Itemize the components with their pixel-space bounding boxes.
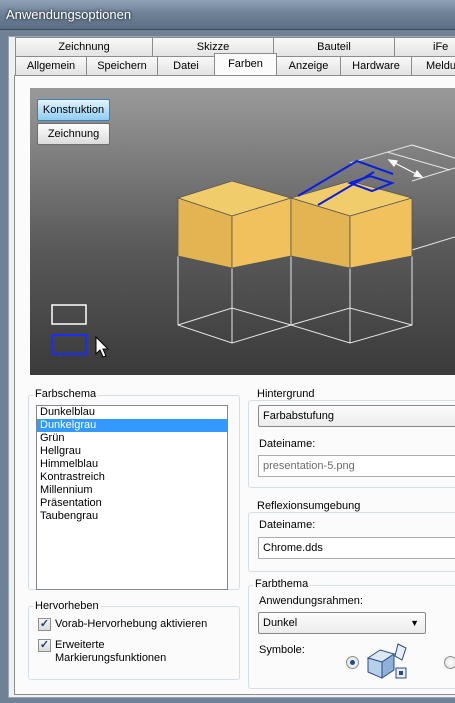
mouse-cursor-icon [95, 335, 110, 358]
list-item-selected[interactable]: Dunkelgrau [37, 419, 227, 432]
erweiterte-markierung-label-2: Markierungsfunktionen [55, 652, 167, 664]
farbschema-list[interactable]: Dunkelblau Dunkelgrau Grün Hellgrau Himm… [36, 405, 228, 590]
hintergrund-label: Hintergrund [255, 388, 317, 400]
symbole-radio-1[interactable] [346, 656, 359, 669]
window-title: Anwendungsoptionen [6, 7, 132, 22]
farbschema-label: Farbschema [33, 388, 99, 400]
erweiterte-markierung-label-1: Erweiterte [55, 639, 105, 651]
vorab-hervorhebung-label: Vorab-Hervorhebung aktivieren [55, 618, 208, 630]
hintergrund-dateiname-label: Dateiname: [259, 438, 316, 450]
erweiterte-markierung-checkbox[interactable]: ✓ [38, 639, 51, 652]
tab-meldungen[interactable]: Meldu [411, 56, 455, 75]
legend-rect-blue [51, 334, 87, 355]
symbole-radio-2[interactable] [444, 656, 455, 669]
anwendungsrahmen-label: Anwendungsrahmen: [259, 595, 363, 607]
title-bar[interactable]: Anwendungsoptionen [0, 0, 455, 30]
hintergrund-dateiname-field[interactable]: presentation-5.png [258, 455, 455, 477]
list-item[interactable]: Millennium [37, 484, 227, 497]
reflexion-dateiname-field[interactable]: Chrome.dds [258, 537, 455, 559]
tab-farben[interactable]: Farben [214, 53, 277, 75]
legend-rect-white [51, 304, 87, 325]
anwendungsrahmen-value: Dunkel [263, 617, 298, 629]
tab-zeichnung[interactable]: Zeichnung [15, 37, 153, 56]
preview-scene [51, 144, 455, 358]
farbthema-label: Farbthema [253, 578, 311, 590]
reflexion-dateiname-label: Dateiname: [259, 519, 316, 531]
tab-anzeige[interactable]: Anzeige [276, 56, 341, 75]
hervorheben-label: Hervorheben [33, 600, 101, 612]
list-item[interactable]: Himmelblau [37, 458, 227, 471]
list-item[interactable]: Präsentation [37, 497, 227, 510]
tab-ifeature[interactable]: iFe [394, 37, 455, 56]
vorab-hervorhebung-checkbox[interactable]: ✓ [38, 618, 51, 631]
anwendungsrahmen-select[interactable]: Dunkel ▼ [258, 612, 426, 634]
dimension-arrow [387, 159, 424, 178]
tab-hardware[interactable]: Hardware [340, 56, 412, 75]
reflexion-label: Reflexionsumgebung [255, 500, 363, 512]
list-item[interactable]: Kontrastreich [37, 471, 227, 484]
symbole-3d-icon [366, 643, 407, 679]
list-item[interactable]: Grün [37, 432, 227, 445]
list-item[interactable]: Dunkelblau [37, 406, 227, 419]
color-preview: Konstruktion Zeichnung [30, 88, 455, 375]
list-item[interactable]: Taubengrau [37, 510, 227, 523]
tab-datei[interactable]: Datei [157, 56, 215, 75]
hintergrund-select[interactable]: Farbabstufung [258, 405, 455, 427]
symbole-label: Symbole: [259, 644, 305, 656]
list-item[interactable]: Hellgrau [37, 445, 227, 458]
chevron-down-icon: ▼ [410, 618, 419, 628]
tab-bauteil[interactable]: Bauteil [273, 37, 395, 56]
tab-allgemein[interactable]: Allgemein [15, 56, 87, 75]
tab-speichern[interactable]: Speichern [86, 56, 158, 75]
